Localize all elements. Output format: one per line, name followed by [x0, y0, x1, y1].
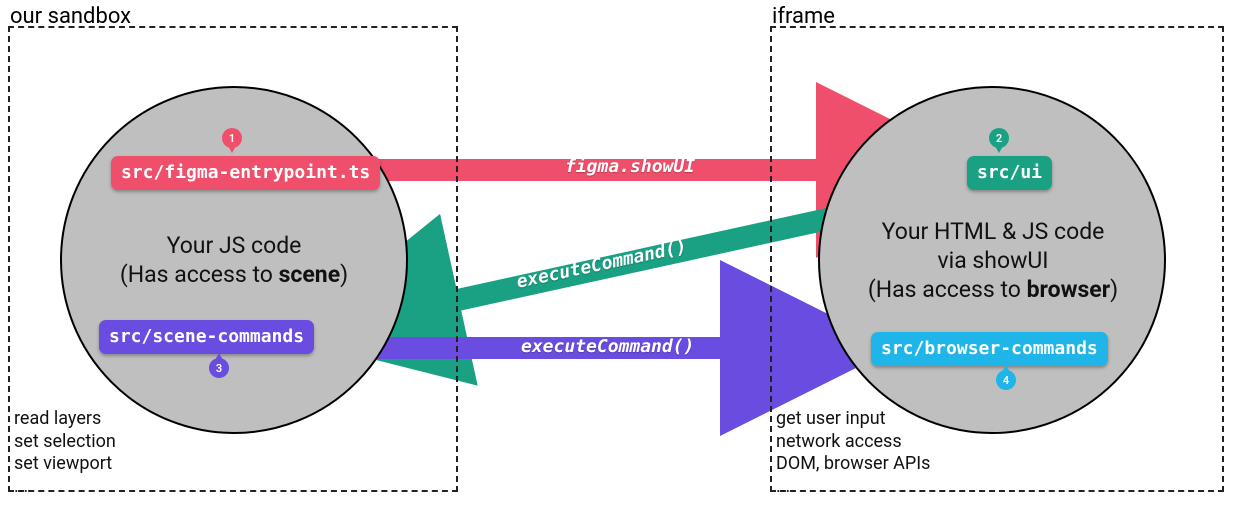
pin-2-number: 2 [996, 132, 1002, 145]
sandbox-desc-line2-post: ) [340, 261, 348, 288]
tag-src-ui: src/ui [967, 156, 1052, 190]
cap-network-access: network access [776, 431, 930, 454]
cap-set-viewport: set viewport [14, 453, 116, 476]
iframe-desc-bold: browser [1027, 276, 1111, 303]
arrow-label-exec-to-scene: executeCommand() [515, 236, 689, 293]
iframe-desc-line1: Your HTML & JS code [882, 218, 1105, 245]
sandbox-desc-bold: scene [279, 261, 341, 288]
sandbox-capabilities: read layers set selection set viewport .… [14, 408, 116, 498]
pin-1-number: 1 [229, 132, 235, 145]
iframe-desc-line3-pre: (Has access to [868, 276, 1027, 303]
cap-user-input: get user input [776, 408, 930, 431]
cap-read-layers: read layers [14, 408, 116, 431]
tag-scene-commands: src/scene-commands [99, 320, 314, 354]
iframe-capabilities: get user input network access DOM, brows… [776, 408, 930, 498]
iframe-desc-line2: via showUI [937, 247, 1048, 274]
cap-left-more: ... [14, 476, 116, 499]
iframe-title: iframe [772, 4, 835, 29]
sandbox-description: Your JS code (Has access to scene) [108, 232, 360, 290]
cap-set-selection: set selection [14, 431, 116, 454]
sandbox-desc-line2-pre: (Has access to [120, 261, 279, 288]
pin-3-number: 3 [216, 362, 222, 375]
pin-4: 4 [996, 370, 1016, 396]
pin-4-number: 4 [1003, 374, 1009, 387]
pin-2: 2 [989, 128, 1009, 154]
iframe-desc-line3-post: ) [1110, 276, 1118, 303]
tag-figma-entrypoint: src/figma-entrypoint.ts [111, 156, 380, 190]
arrow-label-showui: figma.showUI [565, 156, 695, 177]
pin-3: 3 [209, 358, 229, 384]
cap-right-more: ... [776, 476, 930, 499]
iframe-description: Your HTML & JS code via showUI (Has acce… [828, 218, 1158, 304]
pin-1: 1 [222, 128, 242, 154]
tag-browser-commands: src/browser-commands [871, 332, 1108, 366]
arrow-label-exec-to-browser: executeCommand() [521, 336, 694, 357]
cap-dom-apis: DOM, browser APIs [776, 453, 930, 476]
sandbox-desc-line1: Your JS code [167, 232, 302, 259]
sandbox-title: our sandbox [10, 4, 131, 29]
